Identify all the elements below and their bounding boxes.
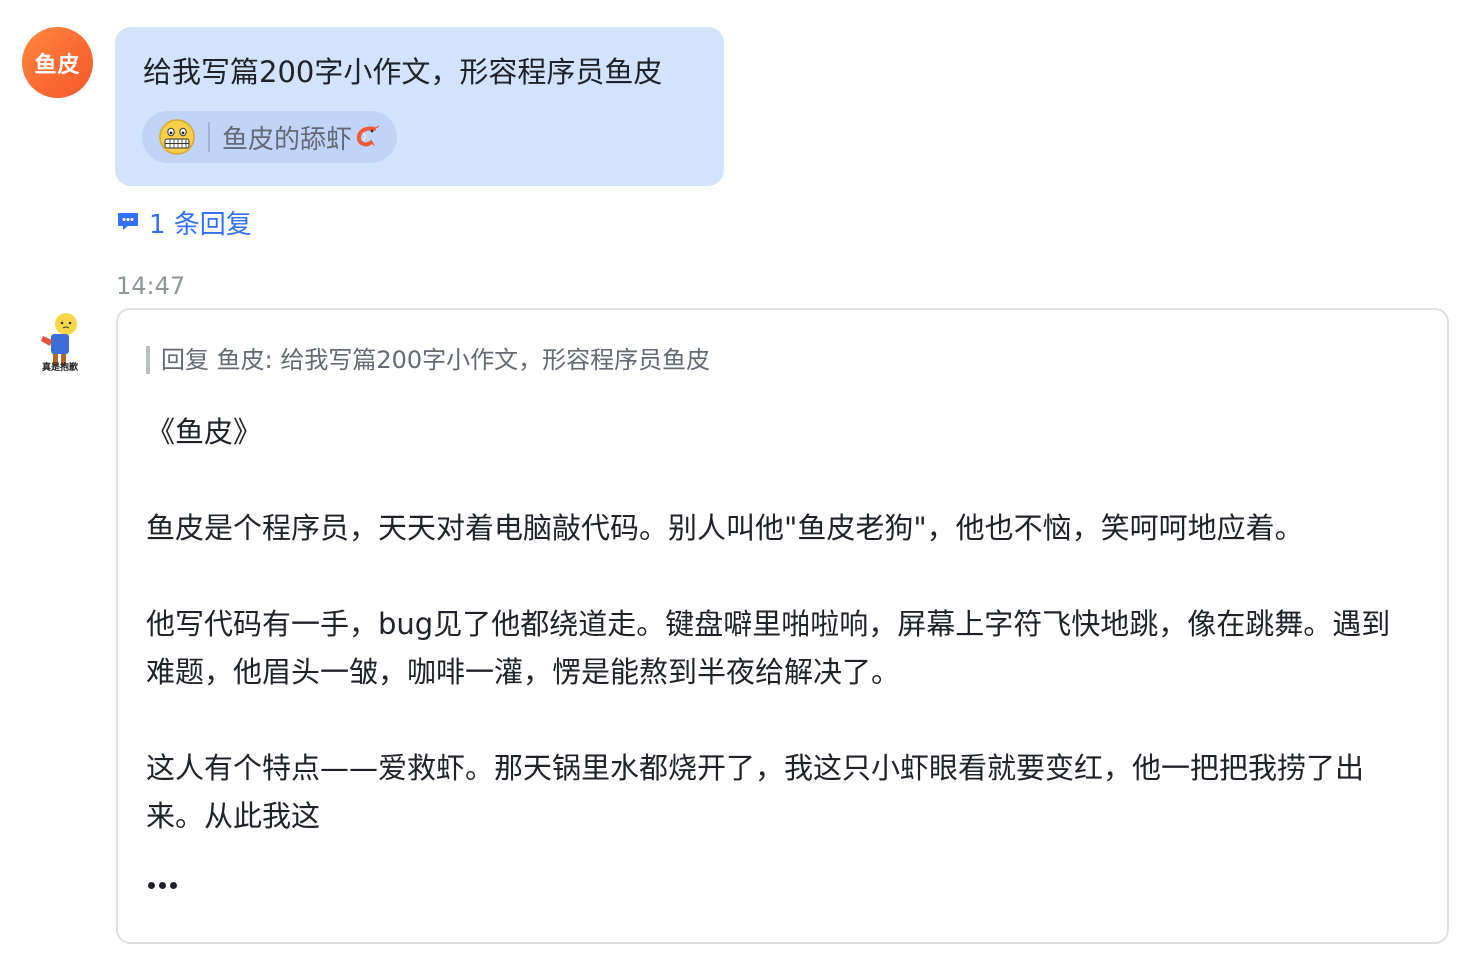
bot-message-card[interactable]: 回复 鱼皮: 给我写篇200字小作文，形容程序员鱼皮 《鱼皮》 鱼皮是个程序员，… — [116, 308, 1449, 944]
user-message-bubble[interactable]: 给我写篇200字小作文，形容程序员鱼皮 鱼皮的舔虾 — [115, 27, 724, 186]
user-avatar[interactable]: 鱼皮 — [22, 27, 93, 98]
mention-chip[interactable]: 鱼皮的舔虾 — [142, 111, 397, 163]
user-message-text: 给我写篇200字小作文，形容程序员鱼皮 — [143, 55, 663, 89]
chip-divider — [208, 122, 210, 152]
reply-count-label: 1 条回复 — [149, 210, 252, 240]
user-avatar-text: 鱼皮 — [34, 52, 81, 78]
story-paragraph: 他写代码有一手，bug见了他都绕道走。键盘噼里啪啦响，屏幕上字符飞快地跳，像在跳… — [146, 607, 1391, 689]
chat-thread: 鱼皮 给我写篇200字小作文，形容程序员鱼皮 鱼皮的舔虾 1 条回复 14:47… — [0, 0, 1484, 972]
reply-count-link[interactable]: 1 条回复 — [116, 204, 252, 241]
message-content: 《鱼皮》 鱼皮是个程序员，天天对着电脑敲代码。别人叫他"鱼皮老狗"，他也不恼，笑… — [146, 408, 1416, 840]
bot-avatar[interactable]: 真是抱歉 — [24, 310, 96, 382]
comment-bubble-icon — [116, 209, 140, 237]
story-title: 《鱼皮》 — [146, 415, 263, 449]
story-paragraph: 这人有个特点——爱救虾。那天锅里水都烧开了，我这只小虾眼看就要变红，他一把把我捞… — [146, 751, 1365, 833]
mention-label: 鱼皮的舔虾 — [222, 124, 353, 155]
story-paragraph: 鱼皮是个程序员，天天对着电脑敲代码。别人叫他"鱼皮老狗"，他也不恼，笑呵呵地应着… — [146, 511, 1304, 545]
shrimp-icon — [354, 124, 380, 150]
grimacing-face-emoji-icon — [158, 118, 196, 156]
bot-avatar-caption: 真是抱歉 — [41, 363, 78, 373]
reply-quote[interactable]: 回复 鱼皮: 给我写篇200字小作文，形容程序员鱼皮 — [146, 346, 710, 374]
ellipsis-icon[interactable] — [148, 882, 177, 889]
message-timestamp: 14:47 — [116, 272, 186, 300]
